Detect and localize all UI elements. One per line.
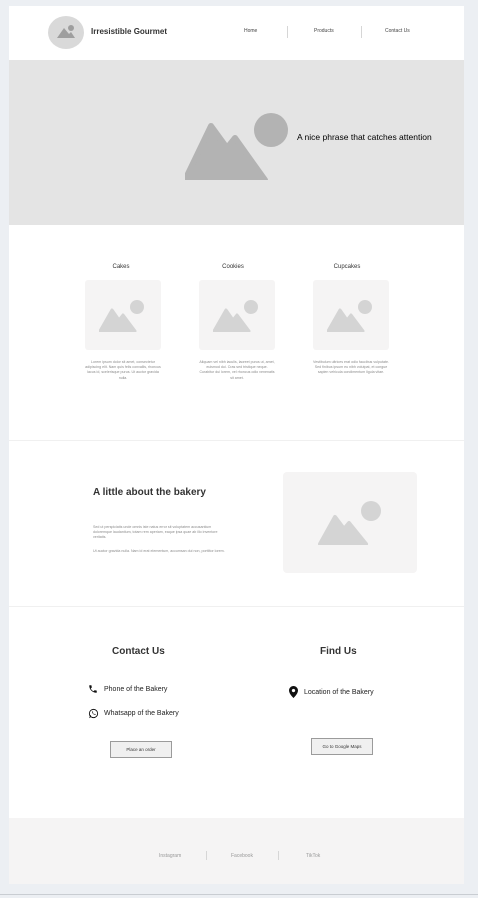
find-title: Find Us: [320, 646, 357, 657]
section-divider: [9, 606, 464, 607]
nav-contact-us[interactable]: Contact Us: [385, 28, 410, 34]
image-placeholder-icon: [213, 300, 258, 332]
whatsapp-icon: [87, 708, 99, 719]
phone-icon: [87, 684, 99, 694]
about-title: A little about the bakery: [93, 487, 206, 498]
nav-separator: [361, 26, 362, 38]
image-placeholder-icon: [318, 501, 381, 545]
hero-image-placeholder-icon: [185, 113, 288, 180]
nav-separator: [287, 26, 288, 38]
footer: Instagram Facebook TikTok: [9, 818, 464, 884]
footer-separator: [278, 851, 279, 860]
hero-banner: A nice phrase that catches attention: [9, 60, 464, 225]
product-title-cupcakes: Cupcakes: [333, 264, 361, 270]
brand-name: Irresistible Gourmet: [91, 27, 168, 36]
whatsapp-label: Whatsapp of the Bakery: [104, 710, 179, 717]
location-row[interactable]: Location of the Bakery: [287, 686, 374, 698]
contact-title: Contact Us: [112, 646, 165, 657]
product-image-cookies[interactable]: [199, 280, 275, 350]
section-divider: [9, 440, 464, 441]
footer-link-instagram[interactable]: Instagram: [159, 853, 181, 859]
logo-image-icon: [57, 25, 75, 38]
footer-separator: [206, 851, 207, 860]
footer-link-tiktok[interactable]: TikTok: [306, 853, 320, 859]
location-pin-icon: [287, 686, 299, 698]
hero-phrase: A nice phrase that catches attention: [297, 132, 432, 142]
nav-home[interactable]: Home: [244, 28, 257, 34]
about-paragraph: Sed ut perspiciatis unde omnis iste natu…: [93, 525, 218, 540]
image-placeholder-icon: [99, 300, 144, 332]
image-placeholder-icon: [327, 300, 372, 332]
window-bottom-edge: [0, 894, 478, 895]
phone-row[interactable]: Phone of the Bakery: [87, 684, 167, 694]
phone-label: Phone of the Bakery: [104, 685, 168, 693]
google-maps-button[interactable]: Go to Google Maps: [311, 738, 373, 755]
product-title-cookies: Cookies: [222, 264, 244, 270]
location-label: Location of the Bakery: [304, 688, 374, 696]
place-order-button[interactable]: Place an order: [110, 741, 172, 758]
nav-products[interactable]: Products: [314, 28, 334, 34]
product-image-cakes[interactable]: [85, 280, 161, 350]
about-paragraph: Ut auctor gravida nulla. Nam id erat ele…: [93, 549, 225, 553]
logo[interactable]: [48, 16, 84, 49]
product-desc-cookies: Aliquam vel nibh iaculis, laoreet purus …: [199, 360, 275, 380]
product-image-cupcakes[interactable]: [313, 280, 389, 350]
about-image: [283, 472, 417, 573]
product-title-cakes: Cakes: [112, 264, 130, 270]
product-desc-cakes: Lorem ipsum dolor sit amet, consectetur …: [85, 360, 161, 380]
product-desc-cupcakes: Vestibulum ultrices erat odio faucibus v…: [313, 360, 389, 375]
page: Irresistible Gourmet Home Products Conta…: [9, 6, 464, 884]
footer-link-facebook[interactable]: Facebook: [231, 853, 253, 859]
header: Irresistible Gourmet Home Products Conta…: [9, 6, 464, 60]
whatsapp-row[interactable]: Whatsapp of the Bakery: [87, 708, 179, 719]
